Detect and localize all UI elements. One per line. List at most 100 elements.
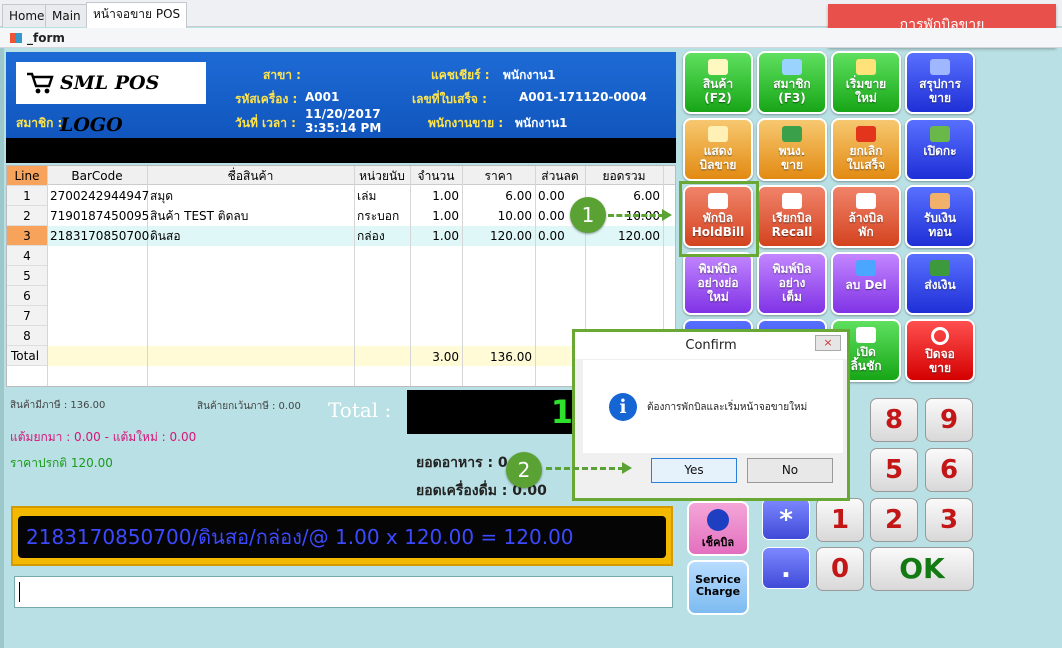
dialog-message: ต้องการพักบิลและเริ่มหน้าจอขายใหม่ <box>647 402 808 413</box>
row-name[interactable]: ดินสอ <box>147 226 184 246</box>
row-line-number[interactable]: 1 <box>7 186 47 206</box>
row-line-number[interactable]: 8 <box>7 326 47 346</box>
key-dot[interactable]: . <box>762 547 810 589</box>
row-discount[interactable]: 0.00 <box>535 186 568 206</box>
key-3[interactable]: 3 <box>925 498 973 542</box>
key-1[interactable]: 1 <box>816 498 864 542</box>
step-marker-1: 1 <box>570 197 606 233</box>
open-shift-button[interactable]: เปิดกะ <box>905 118 975 181</box>
row-qty[interactable]: 1.00 <box>410 226 462 246</box>
staff-button[interactable]: พนง. ขาย <box>757 118 827 181</box>
key-9[interactable]: 9 <box>925 398 973 442</box>
row-qty[interactable]: 1.00 <box>410 186 462 206</box>
recall-bill-button-label: เรียกบิล Recall <box>771 211 813 239</box>
row-qty[interactable]: 1.00 <box>410 206 462 226</box>
header-black-strip <box>6 138 676 163</box>
row-unit[interactable]: กล่อง <box>354 226 388 246</box>
service-charge-button[interactable]: Service Charge <box>687 560 749 615</box>
total-price: 136.00 <box>490 350 532 364</box>
ok-button[interactable]: OK <box>870 547 974 591</box>
row-discount[interactable]: 0.00 <box>535 226 568 246</box>
member-label: สมาชิก : <box>16 116 63 130</box>
close-screen-button[interactable]: ปิดจอ ขาย <box>905 319 975 382</box>
back-arrow-icon <box>856 260 876 276</box>
confirm-dialog: Confirm × i ต้องการพักบิลและเริ่มหน้าจอข… <box>572 329 850 501</box>
row-barcode[interactable]: 2700242944947 <box>47 186 152 206</box>
total-row-label: Total <box>7 346 47 366</box>
row-unit[interactable]: กระบอก <box>354 206 402 226</box>
normal-price: ราคาปรกติ 120.00 <box>10 456 113 470</box>
member-button[interactable]: สมาชิก (F3) <box>757 51 827 114</box>
recall-bill-button[interactable]: เรียกบิล Recall <box>757 185 827 248</box>
col-header-name[interactable]: ชื่อสินค้า <box>147 166 354 186</box>
send-money-button[interactable]: ส่งเงิน <box>905 252 975 315</box>
row-price[interactable]: 6.00 <box>462 186 535 206</box>
key-6[interactable]: 6 <box>925 448 973 492</box>
row-discount[interactable]: 0.00 <box>535 206 568 226</box>
barcode-input[interactable] <box>14 576 673 608</box>
hold-bill-highlight <box>679 181 759 257</box>
cashier-value: พนักงาน1 <box>503 68 556 82</box>
power-icon <box>931 327 949 345</box>
row-line-number[interactable]: 5 <box>7 266 47 286</box>
row-name[interactable]: สินค้า TEST ติดลบ <box>147 206 251 226</box>
info-icon: i <box>609 393 637 421</box>
payment-icon <box>930 193 950 209</box>
print-short-bill-button[interactable]: พิมพ์บิล อย่างย่อ ใหม่ <box>683 252 753 315</box>
member-icon <box>782 59 802 75</box>
col-header-price[interactable]: ราคา <box>462 166 535 186</box>
row-price[interactable]: 10.00 <box>462 206 535 226</box>
show-bill-button[interactable]: แสดง บิลขาย <box>683 118 753 181</box>
print-full-bill-label: พิมพ์บิล อย่าง เต็ม <box>772 262 812 304</box>
col-header-qty[interactable]: จำนวน <box>410 166 462 186</box>
row-barcode[interactable]: 7190187450095 <box>47 206 152 226</box>
delete-button-label: ลบ Del <box>845 278 887 292</box>
dialog-close-button[interactable]: × <box>815 335 841 351</box>
money-bag-icon <box>930 260 950 276</box>
receive-payment-button[interactable]: รับเงิน ทอน <box>905 185 975 248</box>
product-button[interactable]: สินค้า (F2) <box>683 51 753 114</box>
key-2[interactable]: 2 <box>870 498 918 542</box>
row-line-number[interactable]: 7 <box>7 306 47 326</box>
key-8[interactable]: 8 <box>870 398 918 442</box>
print-full-bill-button[interactable]: พิมพ์บิล อย่าง เต็ม <box>757 252 827 315</box>
print-short-bill-label: พิมพ์บิล อย่างย่อ ใหม่ <box>697 262 739 304</box>
pos-header: SML POS LOGO สาขา : แคชเชียร์ : พนักงาน1… <box>6 52 676 163</box>
key-0[interactable]: 0 <box>816 547 864 591</box>
check-bill-button[interactable]: เช็คบิล <box>687 501 749 556</box>
sales-summary-button[interactable]: สรุปการ ขาย <box>905 51 975 114</box>
col-header-discount[interactable]: ส่วนลด <box>535 166 585 186</box>
yes-button[interactable]: Yes <box>651 458 737 483</box>
display-line: 2183170850700/ดินสอ/กล่อง/@ 1.00 x 120.0… <box>18 516 666 558</box>
row-line-number[interactable]: 3 <box>7 226 47 246</box>
product-button-label: สินค้า (F2) <box>702 77 734 105</box>
row-unit[interactable]: เล่ม <box>354 186 379 206</box>
row-line-number[interactable]: 4 <box>7 246 47 266</box>
cancel-receipt-button[interactable]: ยกเลิก ใบเสร็จ <box>831 118 901 181</box>
key-star[interactable]: * <box>762 498 810 540</box>
no-button[interactable]: No <box>747 458 833 483</box>
row-name[interactable]: สมุด <box>147 186 176 206</box>
tax-exempt-amount: สินค้ายกเว้นภาษี : 0.00 <box>197 401 301 412</box>
tab-pos-screen[interactable]: หน้าจอขาย POS <box>86 2 188 28</box>
col-header-barcode[interactable]: BarCode <box>47 166 147 186</box>
step-arrowhead-1 <box>662 209 672 221</box>
cart-icon <box>27 72 54 94</box>
row-barcode[interactable]: 2183170850700 <box>47 226 152 246</box>
seller-label: พนักงานขาย : <box>428 116 504 130</box>
col-header-total[interactable]: ยอดรวม <box>585 166 663 186</box>
row-line-number[interactable]: 2 <box>7 206 47 226</box>
receipt-value: A001-171120-0004 <box>519 90 647 104</box>
row-price[interactable]: 120.00 <box>462 226 535 246</box>
key-5[interactable]: 5 <box>870 448 918 492</box>
col-header-line[interactable]: Line <box>7 166 47 186</box>
delete-button[interactable]: ลบ Del <box>831 252 901 315</box>
new-sale-button[interactable]: เริ่มขาย ใหม่ <box>831 51 901 114</box>
receipt-label: เลขที่ใบเสร็จ : <box>412 92 487 106</box>
taxable-amount: สินค้ามีภาษี : 136.00 <box>10 400 106 411</box>
col-header-unit[interactable]: หน่วยนับ <box>354 166 410 186</box>
tab-main[interactable]: Main <box>45 4 88 27</box>
row-line-number[interactable]: 6 <box>7 286 47 306</box>
bill-icon <box>708 126 728 142</box>
clear-hold-button[interactable]: ล้างบิล พัก <box>831 185 901 248</box>
